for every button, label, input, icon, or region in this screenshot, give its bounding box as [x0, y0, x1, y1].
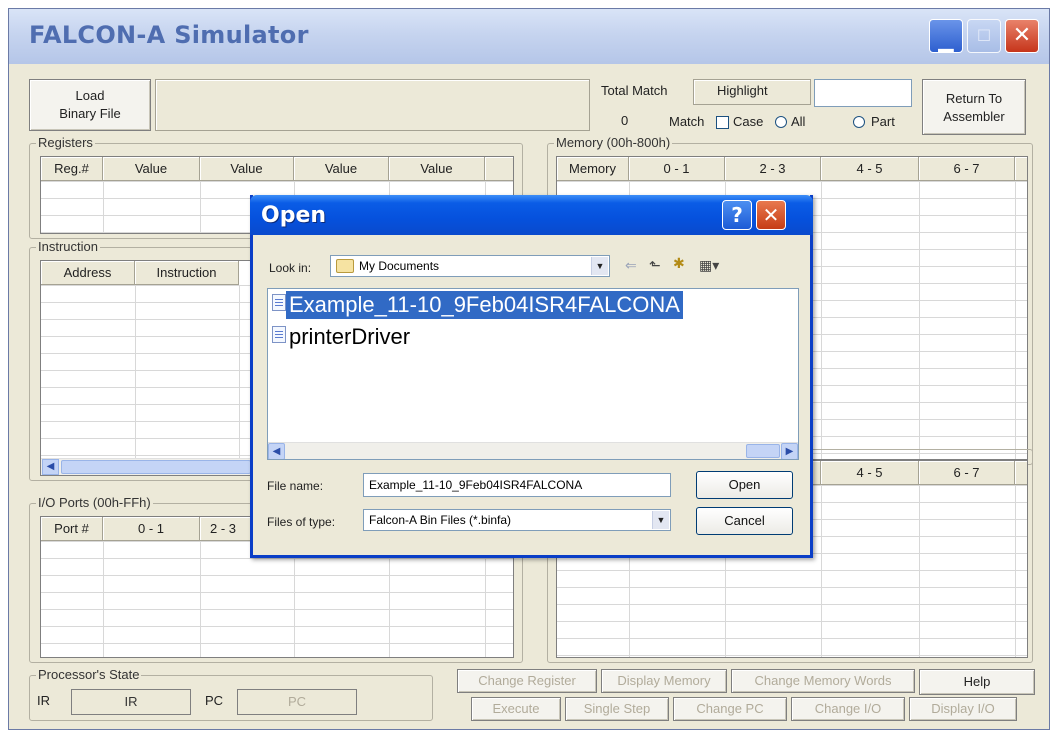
io-ports-legend: I/O Ports (00h-FFh) — [36, 495, 153, 510]
return-to-assembler-button[interactable]: Return To Assembler — [922, 79, 1026, 135]
all-radio[interactable] — [775, 116, 787, 128]
memory-lower-col-header-empty — [1015, 461, 1027, 485]
execute-button[interactable]: Execute — [471, 697, 561, 721]
folder-icon — [336, 259, 354, 273]
window-title: FALCON-A Simulator — [29, 21, 309, 49]
ir-value: IR — [71, 689, 191, 715]
scroll-thumb[interactable] — [61, 460, 251, 474]
ir-label: IR — [37, 693, 50, 708]
memory-col-header[interactable]: 6 - 7 — [919, 157, 1015, 181]
maximize-button[interactable]: ☐ — [967, 19, 1001, 53]
memory-col-header[interactable]: 4 - 5 — [821, 157, 919, 181]
back-icon[interactable]: ⇐ — [625, 257, 637, 274]
memory-lower-col-header[interactable]: 4 - 5 — [821, 461, 919, 485]
io-col-header[interactable]: 0 - 1 — [103, 517, 200, 541]
help-button[interactable]: Help — [919, 669, 1035, 695]
total-match-label: Total Match — [601, 83, 668, 98]
look-in-label: Look in: — [269, 261, 312, 275]
open-button[interactable]: Open — [696, 471, 793, 499]
files-of-type-label: Files of type: — [267, 515, 336, 529]
file-name-input[interactable]: Example_11-10_9Feb04ISR4FALCONA — [363, 473, 671, 497]
close-icon: ✕ — [762, 203, 780, 227]
change-register-button[interactable]: Change Register — [457, 669, 597, 693]
registers-col-header[interactable]: Reg.# — [41, 157, 103, 181]
highlight-input[interactable] — [814, 79, 912, 107]
all-label: All — [791, 114, 806, 129]
change-memory-words-button[interactable]: Change Memory Words — [731, 669, 915, 693]
memory-col-header[interactable]: 0 - 1 — [629, 157, 725, 181]
memory-legend: Memory (00h-800h) — [554, 135, 673, 150]
view-menu-icon[interactable]: ▦▾ — [699, 257, 719, 274]
open-dialog: Open ? ✕ Look in: My Documents ▼ ⇐ ⬑ ✱ ▦… — [250, 195, 813, 558]
look-in-select[interactable]: My Documents ▼ — [330, 255, 610, 277]
registers-col-header[interactable]: Value — [389, 157, 485, 181]
file-name: printerDriver — [289, 324, 411, 349]
memory-lower-col-header[interactable]: 6 - 7 — [919, 461, 1015, 485]
file-name: Example_11-10_9Feb04ISR4FALCONA — [286, 291, 683, 319]
registers-legend: Registers — [36, 135, 95, 150]
case-label: Case — [733, 114, 764, 129]
processor-state-legend: Processor's State — [36, 667, 142, 682]
new-folder-icon[interactable]: ✱ — [673, 255, 685, 272]
minimize-button[interactable]: ▁ — [929, 19, 963, 53]
display-io-button[interactable]: Display I/O — [909, 697, 1017, 721]
scroll-left-icon[interactable]: ◀ — [268, 443, 285, 459]
dialog-title-bar[interactable]: Open ? ✕ — [250, 195, 813, 235]
title-bar[interactable]: FALCON-A Simulator ▁ ☐ ✕ — [9, 9, 1049, 64]
file-list-hscrollbar[interactable]: ◀ ▶ — [268, 442, 798, 459]
maximize-icon: ☐ — [976, 26, 992, 45]
message-panel — [155, 79, 590, 131]
total-match-value: 0 — [621, 113, 629, 128]
scroll-thumb[interactable] — [746, 444, 780, 458]
chevron-down-icon[interactable]: ▼ — [591, 257, 608, 275]
part-radio[interactable] — [853, 116, 865, 128]
chevron-down-icon[interactable]: ▼ — [652, 511, 669, 529]
change-io-button[interactable]: Change I/O — [791, 697, 905, 721]
io-col-header[interactable]: Port # — [41, 517, 103, 541]
scroll-right-icon[interactable]: ▶ — [781, 443, 798, 459]
memory-col-header[interactable]: 2 - 3 — [725, 157, 821, 181]
file-icon — [272, 326, 286, 343]
file-item[interactable]: Example_11-10_9Feb04ISR4FALCONA — [272, 291, 683, 321]
display-memory-button[interactable]: Display Memory — [601, 669, 727, 693]
instruction-col-header[interactable]: Instruction — [135, 261, 239, 285]
case-checkbox[interactable] — [716, 116, 729, 129]
single-step-button[interactable]: Single Step — [565, 697, 669, 721]
part-label: Part — [871, 114, 895, 129]
files-of-type-value: Falcon-A Bin Files (*.binfa) — [369, 513, 512, 527]
match-label: Match — [669, 114, 705, 129]
dialog-help-button[interactable]: ? — [722, 200, 752, 230]
dialog-title: Open — [261, 203, 327, 228]
file-name-label: File name: — [267, 479, 324, 493]
close-icon: ✕ — [1012, 23, 1032, 48]
pc-value: PC — [237, 689, 357, 715]
pc-label: PC — [205, 693, 224, 708]
change-pc-button[interactable]: Change PC — [673, 697, 787, 721]
registers-col-header[interactable]: Value — [294, 157, 389, 181]
dialog-close-button[interactable]: ✕ — [756, 200, 786, 230]
memory-col-header-empty — [1015, 157, 1027, 181]
registers-col-header[interactable]: Value — [103, 157, 200, 181]
registers-col-header-empty — [485, 157, 513, 181]
close-button[interactable]: ✕ — [1005, 19, 1039, 53]
files-of-type-select[interactable]: Falcon-A Bin Files (*.binfa) ▼ — [363, 509, 671, 531]
cancel-button[interactable]: Cancel — [696, 507, 793, 535]
highlight-label: Highlight — [717, 83, 768, 98]
scroll-left-icon[interactable]: ◀ — [42, 459, 59, 475]
minimize-icon: ▁ — [938, 28, 954, 52]
file-list[interactable]: Example_11-10_9Feb04ISR4FALCONA printerD… — [267, 288, 799, 460]
memory-col-header[interactable]: Memory — [557, 157, 629, 181]
registers-col-header[interactable]: Value — [200, 157, 294, 181]
file-item[interactable]: printerDriver — [272, 323, 413, 353]
load-binary-file-button[interactable]: Load Binary File — [29, 79, 151, 131]
instruction-col-header[interactable]: Address — [41, 261, 135, 285]
question-icon: ? — [731, 203, 743, 227]
look-in-value: My Documents — [359, 259, 440, 273]
up-folder-icon[interactable]: ⬑ — [649, 257, 661, 274]
instruction-legend: Instruction — [36, 239, 100, 254]
file-icon — [272, 294, 286, 311]
